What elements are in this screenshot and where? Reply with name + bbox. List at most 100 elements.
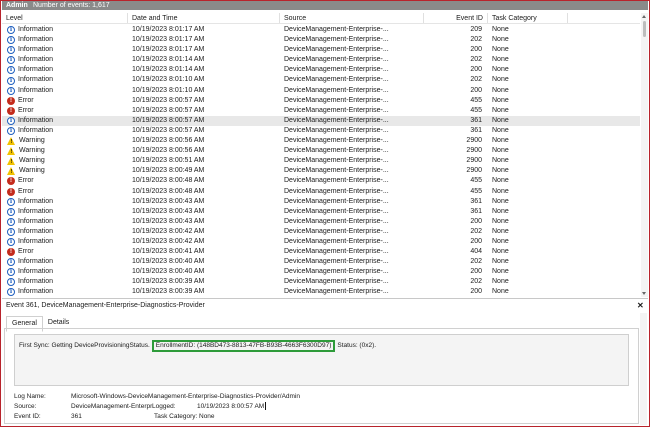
source-cell: DeviceManagement-Enterprise-... bbox=[284, 268, 389, 276]
source-cell: DeviceManagement-Enterprise-... bbox=[284, 157, 389, 165]
event-row[interactable]: i Information 10/19/2023 8:00:39 AM DeviceM… bbox=[2, 277, 640, 287]
event-id-cell: 200 bbox=[470, 46, 482, 54]
event-id-value[interactable]: 361 bbox=[71, 412, 154, 422]
scroll-down-icon[interactable] bbox=[642, 292, 646, 295]
event-row[interactable]: ! Error 10/19/2023 8:00:48 AM DeviceManagem… bbox=[2, 176, 640, 186]
event-row[interactable]: i Information 10/19/2023 8:01:14 AM DeviceM… bbox=[2, 65, 640, 75]
event-row[interactable]: ! Error 10/19/2023 8:00:48 AM DeviceManagem… bbox=[2, 187, 640, 197]
info-icon: i bbox=[7, 116, 15, 125]
source-cell: DeviceManagement-Enterprise-... bbox=[284, 36, 389, 44]
log-name-value[interactable]: Microsoft-Windows-DeviceManagement-Enter… bbox=[71, 392, 300, 402]
task-category-cell: None bbox=[492, 278, 509, 286]
logged-value[interactable]: 10/19/2023 8:00:57 AM bbox=[197, 402, 267, 412]
info-icon: i bbox=[7, 46, 15, 55]
level-cell: i Information bbox=[2, 267, 128, 277]
source-cell: DeviceManagement-Enterprise-... bbox=[284, 258, 389, 266]
event-row[interactable]: ! Error 10/19/2023 8:00:57 AM DeviceManagem… bbox=[2, 106, 640, 116]
event-row[interactable]: ! Error 10/19/2023 8:00:41 AM DeviceManagem… bbox=[2, 247, 640, 257]
source-cell: DeviceManagement-Enterprise-... bbox=[284, 66, 389, 74]
source-cell: DeviceManagement-Enterprise-... bbox=[284, 278, 389, 286]
column-header-task-category[interactable]: Task Category bbox=[488, 13, 568, 23]
info-icon: i bbox=[7, 258, 15, 267]
event-row[interactable]: i Information 10/19/2023 8:00:42 AM DeviceM… bbox=[2, 237, 640, 247]
event-row[interactable]: ! Warning 10/19/2023 8:00:51 AM DeviceManag… bbox=[2, 156, 640, 166]
task-category-cell: None bbox=[492, 106, 509, 114]
event-row[interactable]: i Information 10/19/2023 8:00:43 AM DeviceM… bbox=[2, 217, 640, 227]
event-list-scrollbar[interactable] bbox=[641, 13, 648, 297]
task-category-cell: None bbox=[492, 187, 509, 195]
scroll-thumb[interactable] bbox=[643, 21, 646, 37]
event-row[interactable]: i Information 10/19/2023 8:00:40 AM DeviceM… bbox=[2, 267, 640, 277]
info-icon: i bbox=[7, 207, 15, 216]
event-row[interactable]: i Information 10/19/2023 8:01:17 AM DeviceM… bbox=[2, 25, 640, 35]
date-cell: 10/19/2023 8:00:48 AM bbox=[132, 177, 205, 185]
task-category-cell: None bbox=[492, 76, 509, 84]
level-cell: i Information bbox=[2, 55, 128, 65]
column-header-source[interactable]: Source bbox=[280, 13, 424, 23]
event-id-cell: 202 bbox=[470, 36, 482, 44]
event-row[interactable]: i Information 10/19/2023 8:01:17 AM DeviceM… bbox=[2, 35, 640, 45]
source-cell: DeviceManagement-Enterprise-... bbox=[284, 227, 389, 235]
pane-divider[interactable] bbox=[2, 298, 648, 299]
event-row[interactable]: i Information 10/19/2023 8:01:10 AM DeviceM… bbox=[2, 75, 640, 85]
date-cell: 10/19/2023 8:00:57 AM bbox=[132, 96, 205, 104]
info-icon: i bbox=[7, 76, 15, 85]
date-cell: 10/19/2023 8:00:39 AM bbox=[132, 288, 205, 296]
level-cell: i Information bbox=[2, 65, 128, 75]
date-cell: 10/19/2023 8:00:43 AM bbox=[132, 217, 205, 225]
event-row[interactable]: i Information 10/19/2023 8:00:57 AM DeviceM… bbox=[2, 126, 640, 136]
task-category-value[interactable]: None bbox=[199, 412, 215, 422]
event-row[interactable]: i Information 10/19/2023 8:00:40 AM DeviceM… bbox=[2, 257, 640, 267]
event-row[interactable]: i Information 10/19/2023 8:01:17 AM DeviceM… bbox=[2, 45, 640, 55]
level-cell: i Information bbox=[2, 197, 128, 207]
event-row[interactable]: ! Warning 10/19/2023 8:00:56 AM DeviceManag… bbox=[2, 136, 640, 146]
event-row[interactable]: i Information 10/19/2023 8:00:57 AM DeviceM… bbox=[2, 115, 640, 126]
source-cell: DeviceManagement-Enterprise-... bbox=[284, 237, 389, 245]
level-label: Error bbox=[18, 177, 34, 185]
scroll-up-icon[interactable] bbox=[642, 15, 646, 18]
level-cell: ! Warning bbox=[2, 156, 128, 166]
event-id-cell: 361 bbox=[470, 197, 482, 205]
source-cell: DeviceManagement-Enterprise-... bbox=[284, 187, 389, 195]
event-row[interactable]: i Information 10/19/2023 8:01:10 AM DeviceM… bbox=[2, 86, 640, 96]
event-row[interactable]: i Information 10/19/2023 8:00:39 AM DeviceM… bbox=[2, 287, 640, 297]
info-icon: i bbox=[7, 86, 15, 95]
column-header-level[interactable]: Level bbox=[2, 13, 128, 23]
event-row[interactable]: i Information 10/19/2023 8:00:43 AM DeviceM… bbox=[2, 197, 640, 207]
event-row[interactable]: ! Warning 10/19/2023 8:00:56 AM DeviceManag… bbox=[2, 146, 640, 156]
event-row[interactable]: i Information 10/19/2023 8:01:14 AM DeviceM… bbox=[2, 55, 640, 65]
date-cell: 10/19/2023 8:01:14 AM bbox=[132, 56, 205, 64]
column-header-date[interactable]: Date and Time bbox=[128, 13, 280, 23]
level-cell: i Information bbox=[2, 35, 128, 45]
detail-scrollbar[interactable] bbox=[640, 313, 647, 425]
level-label: Information bbox=[18, 26, 54, 33]
event-row[interactable]: i Information 10/19/2023 8:00:42 AM DeviceM… bbox=[2, 227, 640, 237]
event-row[interactable]: ! Error 10/19/2023 8:00:57 AM DeviceManagem… bbox=[2, 96, 640, 106]
level-label: Warning bbox=[19, 167, 45, 175]
event-id-cell: 361 bbox=[470, 207, 482, 215]
event-row[interactable]: i Information 10/19/2023 8:00:43 AM DeviceM… bbox=[2, 207, 640, 217]
date-cell: 10/19/2023 8:00:40 AM bbox=[132, 258, 205, 266]
event-message-box[interactable]: First Sync: Getting DeviceProvisioningSt… bbox=[14, 334, 629, 386]
date-cell: 10/19/2023 8:00:48 AM bbox=[132, 187, 205, 195]
date-cell: 10/19/2023 8:01:17 AM bbox=[132, 26, 205, 33]
date-cell: 10/19/2023 8:00:51 AM bbox=[132, 157, 205, 165]
info-icon: i bbox=[7, 26, 15, 35]
warning-icon: ! bbox=[7, 157, 16, 166]
info-icon: i bbox=[7, 36, 15, 45]
event-row[interactable]: ! Warning 10/19/2023 8:00:49 AM DeviceManag… bbox=[2, 166, 640, 176]
source-value[interactable]: DeviceManagement-Enterpr bbox=[71, 402, 152, 412]
level-cell: ! Warning bbox=[2, 146, 128, 156]
level-cell: ! Warning bbox=[2, 166, 128, 176]
level-label: Information bbox=[18, 197, 54, 205]
info-icon: i bbox=[7, 288, 15, 297]
level-cell: ! Warning bbox=[2, 136, 128, 146]
column-header-event-id[interactable]: Event ID bbox=[424, 13, 488, 23]
level-cell: ! Error bbox=[2, 187, 128, 197]
event-id-cell: 455 bbox=[470, 96, 482, 104]
close-icon[interactable]: ✕ bbox=[637, 301, 644, 311]
level-label: Information bbox=[18, 56, 54, 64]
source-cell: DeviceManagement-Enterprise-... bbox=[284, 288, 389, 296]
event-id-cell: 361 bbox=[470, 116, 482, 124]
source-cell: DeviceManagement-Enterprise-... bbox=[284, 86, 389, 94]
